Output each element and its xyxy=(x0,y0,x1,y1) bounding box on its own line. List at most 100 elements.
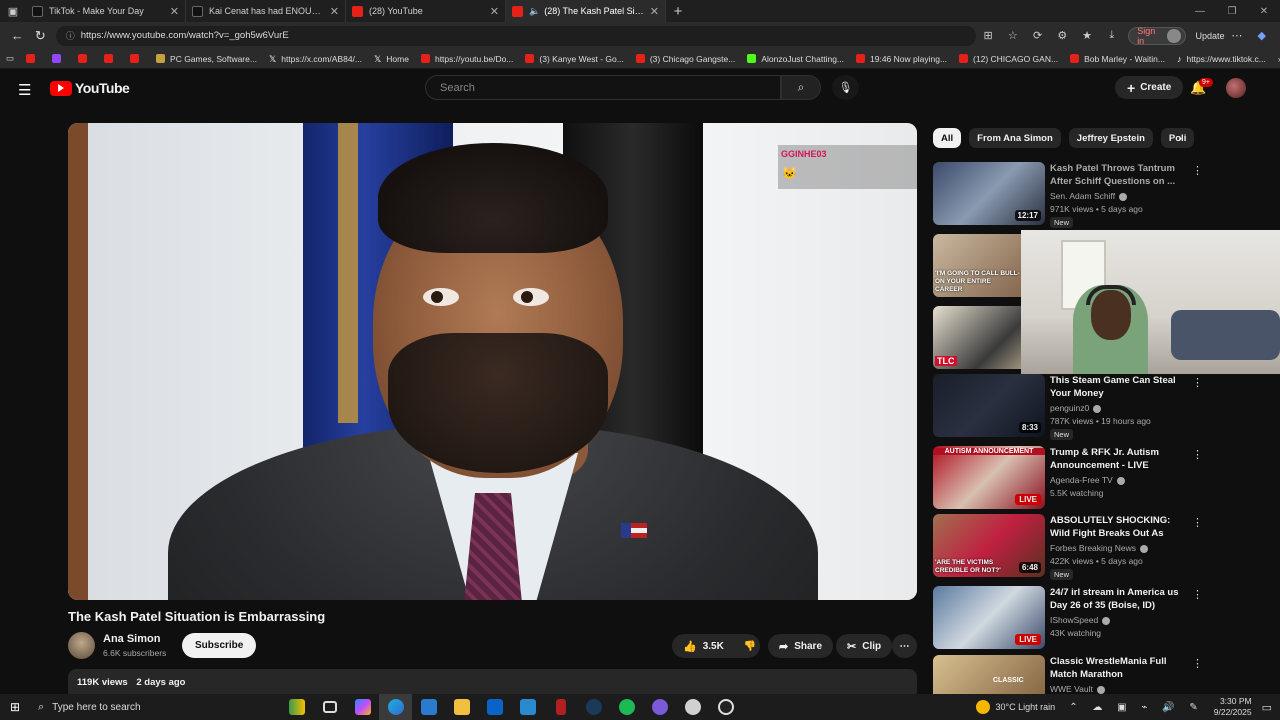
favorites-icon[interactable]: ★ xyxy=(1075,29,1100,42)
chip-jeffrey-epstein[interactable]: Jeffrey Epstein xyxy=(1068,128,1153,148)
kebab-menu-icon[interactable]: ⋮ xyxy=(1192,376,1203,389)
recommendation-item[interactable]: CLASSIC Classic WrestleMania Full Match … xyxy=(933,655,1203,694)
taskbar-app-misc[interactable] xyxy=(676,694,709,720)
bookmark-chicago-gan[interactable]: (12) CHICAGO GAN... xyxy=(959,54,1058,64)
share-button[interactable]: ➦ Share xyxy=(768,634,834,658)
weather-widget[interactable]: 30°C Light rain xyxy=(975,700,1055,714)
split-screen-icon[interactable]: ⊞ xyxy=(976,29,1001,42)
taskbar-app-outlook[interactable] xyxy=(478,694,511,720)
create-button[interactable]: + Create xyxy=(1115,76,1184,99)
kebab-menu-icon[interactable]: ⋮ xyxy=(1192,516,1203,529)
tab-actions-icon[interactable]: ▣ xyxy=(0,0,26,22)
like-count[interactable]: 3.5K xyxy=(703,641,724,652)
taskbar-app-widgets[interactable] xyxy=(280,694,313,720)
subscribe-button[interactable]: Subscribe xyxy=(182,633,257,658)
recommendation-title[interactable]: 24/7 irl stream in America us Day 26 of … xyxy=(1050,586,1188,612)
recommendation-title[interactable]: Kash Patel Throws Tantrum After Schiff Q… xyxy=(1050,162,1188,188)
recommendation-channel[interactable]: Sen. Adam Schiff xyxy=(1050,191,1128,201)
recommendation-item[interactable]: AUTISM ANNOUNCEMENT LIVE Trump & RFK Jr.… xyxy=(933,446,1203,511)
taskbar-app-copilot[interactable] xyxy=(346,694,379,720)
more-actions-button[interactable]: ⋯ xyxy=(892,634,917,658)
close-icon[interactable]: ✕ xyxy=(170,5,179,18)
recommendation-item[interactable]: 12:17 Kash Patel Throws Tantrum After Sc… xyxy=(933,162,1203,228)
speaker-icon[interactable]: 🔈 xyxy=(529,6,540,17)
browser-tab[interactable]: (28) YouTube ✕ xyxy=(346,0,506,22)
bookmark-youtube[interactable] xyxy=(104,54,118,63)
close-icon[interactable]: ✕ xyxy=(650,5,659,18)
taskbar-app-spotify[interactable] xyxy=(610,694,643,720)
clip-button[interactable]: ✂ Clip xyxy=(836,634,893,658)
video-thumbnail[interactable]: 'ARE THE VICTIMS CREDIBLE OR NOT?' 6:48 xyxy=(933,514,1045,577)
recommendation-channel[interactable]: IShowSpeed xyxy=(1050,615,1111,625)
search-button[interactable]: ⌕ xyxy=(781,75,821,100)
taskbar-app-tool[interactable] xyxy=(544,694,577,720)
bookmark-youtu-be[interactable]: https://youtu.be/Do... xyxy=(420,54,513,64)
bookmark-tiktok[interactable]: ♪ https://www.tiktok.c... xyxy=(1177,54,1266,65)
taskbar-app-taskview[interactable] xyxy=(313,694,346,720)
bookmarks-folder-icon[interactable]: ▭ xyxy=(6,53,14,64)
more-menu-icon[interactable]: ⋯ xyxy=(1225,29,1250,42)
recommendation-item[interactable]: 8:33 This Steam Game Can Steal Your Mone… xyxy=(933,374,1203,440)
back-icon[interactable]: ← xyxy=(6,28,29,43)
chip-from-channel[interactable]: From Ana Simon xyxy=(969,128,1061,148)
browser-tab[interactable]: Kai Cenat has had ENOUGH of C... ✕ xyxy=(186,0,346,22)
recommendation-channel[interactable]: Agenda-Free TV xyxy=(1050,475,1125,485)
refresh-extension-icon[interactable]: ⟳ xyxy=(1025,29,1050,42)
recommendation-channel[interactable]: WWE Vault xyxy=(1050,684,1105,694)
video-player[interactable]: GGINHE03 🐱 xyxy=(68,123,917,600)
bookmark-x-home[interactable]: 𝕏 Home xyxy=(374,54,409,65)
chevron-right-icon[interactable]: › xyxy=(1178,131,1182,145)
close-window-icon[interactable]: ✕ xyxy=(1248,6,1280,17)
taskbar-app-photos[interactable] xyxy=(511,694,544,720)
extensions-icon[interactable]: ⚙ xyxy=(1050,29,1075,42)
bookmark-alonzo[interactable]: AlonzoJust Chatting... xyxy=(747,54,844,64)
windows-start-icon[interactable]: ⊞ xyxy=(0,700,30,714)
browser-tab-active[interactable]: 🔈 (28) The Kash Patel Situation... ✕ xyxy=(506,0,666,22)
recommendation-channel[interactable]: Forbes Breaking News xyxy=(1050,543,1148,553)
bookmark-youtube[interactable] xyxy=(78,54,92,63)
close-icon[interactable]: ✕ xyxy=(490,5,499,18)
recommendation-title[interactable]: Classic WrestleMania Full Match Marathon xyxy=(1050,655,1188,681)
taskbar-app-explorer[interactable] xyxy=(445,694,478,720)
bookmark-youtube[interactable] xyxy=(130,54,144,63)
update-button[interactable]: Update xyxy=(1196,31,1225,41)
sign-in-button[interactable]: Sign in xyxy=(1128,26,1186,46)
minimize-icon[interactable]: — xyxy=(1184,6,1216,17)
taskbar-app-obs[interactable] xyxy=(709,694,742,720)
bookmark-now-playing[interactable]: 19:46 Now playing... xyxy=(856,54,947,64)
dislike-icon[interactable]: 👎 xyxy=(744,641,756,652)
refresh-icon[interactable]: ↻ xyxy=(29,28,52,44)
maximize-icon[interactable]: ❐ xyxy=(1216,6,1248,17)
kebab-menu-icon[interactable]: ⋮ xyxy=(1192,588,1203,601)
voice-search-button[interactable]: 🎙 xyxy=(832,75,859,100)
clock[interactable]: 3:30 PM 9/22/2025 xyxy=(1214,696,1252,718)
menu-icon[interactable]: ☰ xyxy=(18,81,31,99)
video-thumbnail[interactable]: AUTISM ANNOUNCEMENT LIVE xyxy=(933,446,1045,509)
bookmark-kanye[interactable]: (3) Kanye West - Go... xyxy=(525,54,624,64)
kebab-menu-icon[interactable]: ⋮ xyxy=(1192,657,1203,670)
browser-tab[interactable]: TikTok - Make Your Day ✕ xyxy=(26,0,186,22)
bookmark-youtube[interactable] xyxy=(26,54,40,63)
bookmark-x[interactable]: 𝕏https://x.com/AB84/... xyxy=(269,54,362,65)
like-icon[interactable]: 👍 xyxy=(683,640,697,653)
video-thumbnail[interactable]: 8:33 xyxy=(933,374,1045,437)
recommendation-item[interactable]: 'ARE THE VICTIMS CREDIBLE OR NOT?' 6:48 … xyxy=(933,514,1203,580)
recommendation-item[interactable]: LIVE 24/7 irl stream in America us Day 2… xyxy=(933,586,1203,651)
downloads-icon[interactable]: ⤓ xyxy=(1099,29,1124,42)
taskbar-app-discord[interactable] xyxy=(643,694,676,720)
new-tab-button[interactable]: + xyxy=(666,3,690,20)
taskbar-app-store[interactable] xyxy=(412,694,445,720)
recommendation-title[interactable]: ABSOLUTELY SHOCKING: Wild Fight Breaks O… xyxy=(1050,514,1188,540)
tray-icons[interactable]: ⌃ ☁ ▣ ⌁ 🔊 ✎ xyxy=(1069,702,1204,713)
site-info-icon[interactable]: ⓘ xyxy=(66,29,75,42)
notification-center-icon[interactable]: ▭ xyxy=(1262,701,1272,714)
recommendation-title[interactable]: Trump & RFK Jr. Autism Announcement - LI… xyxy=(1050,446,1188,472)
video-thumbnail[interactable]: LIVE xyxy=(933,586,1045,649)
chip-all[interactable]: All xyxy=(933,128,962,148)
bookmark-pc-games[interactable]: PC Games, Software... xyxy=(156,54,257,64)
kebab-menu-icon[interactable]: ⋮ xyxy=(1192,448,1203,461)
search-input[interactable]: Search xyxy=(425,75,781,100)
bookmark-twitch[interactable] xyxy=(52,54,66,63)
channel-name[interactable]: Ana Simon xyxy=(103,633,160,645)
channel-avatar[interactable] xyxy=(68,632,95,659)
